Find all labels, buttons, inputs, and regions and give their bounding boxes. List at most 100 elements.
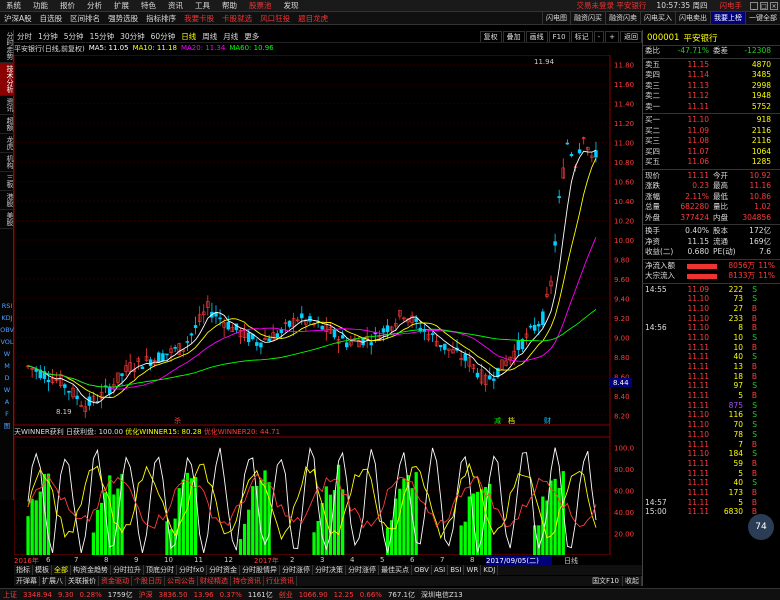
- toolbar-promo-3[interactable]: 风口狂投: [256, 12, 294, 24]
- toolbar-promo-1[interactable]: 我要卡股: [180, 12, 218, 24]
- kline-chart[interactable]: 11.80 11.60 11.40 11.20 11.00 10.80 10.60 10.40…: [14, 55, 642, 555]
- menu-function[interactable]: 功能: [27, 0, 54, 11]
- ind-tab[interactable]: 分时fx0: [177, 565, 208, 575]
- toolbar-strong-pick[interactable]: 强势选股: [104, 12, 142, 24]
- ind-tab[interactable]: OBV: [412, 565, 432, 575]
- info-tab[interactable]: 持仓资讯: [231, 576, 264, 586]
- left-sym-m[interactable]: M: [0, 360, 14, 372]
- ind-tab[interactable]: 分时拉升: [111, 565, 144, 575]
- period-daily[interactable]: 日线: [178, 31, 199, 42]
- sz-label[interactable]: 沪深: [136, 590, 156, 600]
- left-tab-otc[interactable]: 三板: [0, 172, 14, 191]
- period-timeshare[interactable]: 分时: [14, 31, 35, 42]
- ind-tab[interactable]: KDJ: [481, 565, 499, 575]
- ind-tab[interactable]: BSI: [448, 565, 465, 575]
- ind-tab[interactable]: 分时资金: [207, 565, 241, 575]
- ind-tab[interactable]: 构资金趋势: [71, 565, 111, 575]
- chart-tool-f10[interactable]: F10: [548, 31, 570, 42]
- left-sym-chart[interactable]: 图: [0, 420, 14, 432]
- menu-tools[interactable]: 工具: [189, 0, 216, 11]
- left-sym-kdj[interactable]: KDJ: [0, 312, 14, 324]
- menu-hotline[interactable]: 闪电手: [714, 0, 749, 11]
- left-tab-timeshare[interactable]: 分时走势: [0, 30, 14, 63]
- menu-promo[interactable]: 股票池: [243, 0, 278, 11]
- menu-discover[interactable]: 发现: [278, 0, 305, 11]
- ind-tab[interactable]: 全部: [52, 565, 71, 575]
- left-sym-w[interactable]: W: [0, 348, 14, 360]
- period-60min[interactable]: 60分钟: [148, 31, 179, 42]
- toolbar-one-key[interactable]: 一键全部: [745, 12, 780, 24]
- toolbar-range-rank[interactable]: 区间排名: [66, 12, 104, 24]
- left-sym-w2[interactable]: W: [0, 384, 14, 396]
- period-30min[interactable]: 30分钟: [117, 31, 148, 42]
- info-tab[interactable]: 行业资讯: [264, 576, 297, 586]
- left-tab-institution[interactable]: 机构: [0, 153, 14, 172]
- indicator-name[interactable]: 天WINNER获利: [14, 427, 64, 437]
- period-monthly[interactable]: 月线: [220, 31, 241, 42]
- chart-tool-overlay[interactable]: 叠加: [502, 31, 525, 42]
- left-tab-excess[interactable]: 超额: [0, 115, 14, 134]
- left-sym-vol[interactable]: VOL: [0, 336, 14, 348]
- left-sym-d[interactable]: D: [0, 372, 14, 384]
- period-15min[interactable]: 15分钟: [87, 31, 118, 42]
- ind-tab[interactable]: ASI: [432, 565, 449, 575]
- left-sym-rsi[interactable]: RSI: [0, 300, 14, 312]
- server-status[interactable]: 深圳电信Z13: [418, 590, 466, 600]
- info-tab[interactable]: 财经精选: [198, 576, 231, 586]
- info-tab[interactable]: 个股日历: [132, 576, 165, 586]
- ind-tab[interactable]: WR: [464, 565, 482, 575]
- menu-news[interactable]: 资讯: [162, 0, 189, 11]
- chart-tool-zoom-in[interactable]: +: [605, 31, 619, 42]
- ind-tab[interactable]: 指标: [14, 565, 33, 575]
- ind-tab[interactable]: 分时决策: [313, 565, 347, 575]
- menu-feature[interactable]: 特色: [135, 0, 162, 11]
- period-weekly[interactable]: 周线: [199, 31, 220, 42]
- toolbar-login-button[interactable]: 我要上榜: [710, 12, 745, 24]
- maximize-icon[interactable]: □: [760, 1, 768, 10]
- period-more[interactable]: 更多: [241, 31, 262, 42]
- toolbar-margin-sell[interactable]: 融资闪卖: [605, 12, 640, 24]
- info-tab[interactable]: 开弹幕: [14, 576, 40, 586]
- menu-account-status[interactable]: 交易未登录 平安银行: [573, 0, 651, 11]
- chart-tool-zoom-out[interactable]: -: [593, 31, 605, 42]
- left-tab-technical[interactable]: 技术分析: [0, 63, 14, 96]
- menu-analysis[interactable]: 分析: [81, 0, 108, 11]
- info-tab[interactable]: 关联报价: [66, 576, 99, 586]
- chart-tool-back[interactable]: 返回: [620, 31, 642, 42]
- ind-tab[interactable]: 分时股情异: [240, 565, 281, 575]
- period-5min[interactable]: 5分钟: [61, 31, 87, 42]
- info-tab[interactable]: 扩展八: [40, 576, 66, 586]
- left-sym-obv[interactable]: OBV: [0, 324, 14, 336]
- left-sym-f[interactable]: F: [0, 408, 14, 420]
- ind-tab[interactable]: 分时涨停: [280, 565, 314, 575]
- period-1min[interactable]: 1分钟: [35, 31, 61, 42]
- info-tab[interactable]: 公司公告: [165, 576, 198, 586]
- toolbar-promo-2[interactable]: 卡股就选: [218, 12, 256, 24]
- chart-tool-draw[interactable]: 画线: [525, 31, 548, 42]
- minimize-icon[interactable]: _: [750, 1, 758, 10]
- left-tab-news[interactable]: 资讯: [0, 96, 14, 115]
- toolbar-flash-chart[interactable]: 闪电图: [542, 12, 570, 24]
- toolbar-a-shares[interactable]: 沪深A股: [0, 12, 36, 24]
- toolbar-watchlist[interactable]: 自选股: [36, 12, 67, 24]
- info-tab[interactable]: 资金驱动: [99, 576, 132, 586]
- ind-tab[interactable]: 最佳买点: [379, 565, 413, 575]
- sh-label[interactable]: 上证: [0, 590, 20, 600]
- chart-tool-restore[interactable]: 复权: [479, 31, 502, 42]
- toolbar-flash-sell[interactable]: 闪电卖出: [675, 12, 710, 24]
- toolbar-flash-buy[interactable]: 闪电买入: [640, 12, 675, 24]
- ind-tab[interactable]: 顶底分时: [144, 565, 177, 575]
- left-tab-us[interactable]: 美股: [0, 210, 14, 229]
- toolbar-margin-buy[interactable]: 融资闪买: [570, 12, 605, 24]
- left-tab-hk[interactable]: 港股: [0, 191, 14, 210]
- f10-button[interactable]: 国文F10: [589, 576, 623, 586]
- ind-tab[interactable]: 分时涨停: [346, 565, 380, 575]
- menu-extend[interactable]: 扩展: [108, 0, 135, 11]
- collapse-button[interactable]: 收起: [623, 576, 642, 586]
- chart-tool-mark[interactable]: 标记: [570, 31, 593, 42]
- menu-system[interactable]: 系统: [0, 0, 27, 11]
- speed-badge[interactable]: 74: [748, 514, 774, 540]
- cy-label[interactable]: 创业: [276, 590, 296, 600]
- toolbar-indicator-sort[interactable]: 指标排序: [142, 12, 180, 24]
- left-tab-dragon-tiger[interactable]: 龙虎: [0, 134, 14, 153]
